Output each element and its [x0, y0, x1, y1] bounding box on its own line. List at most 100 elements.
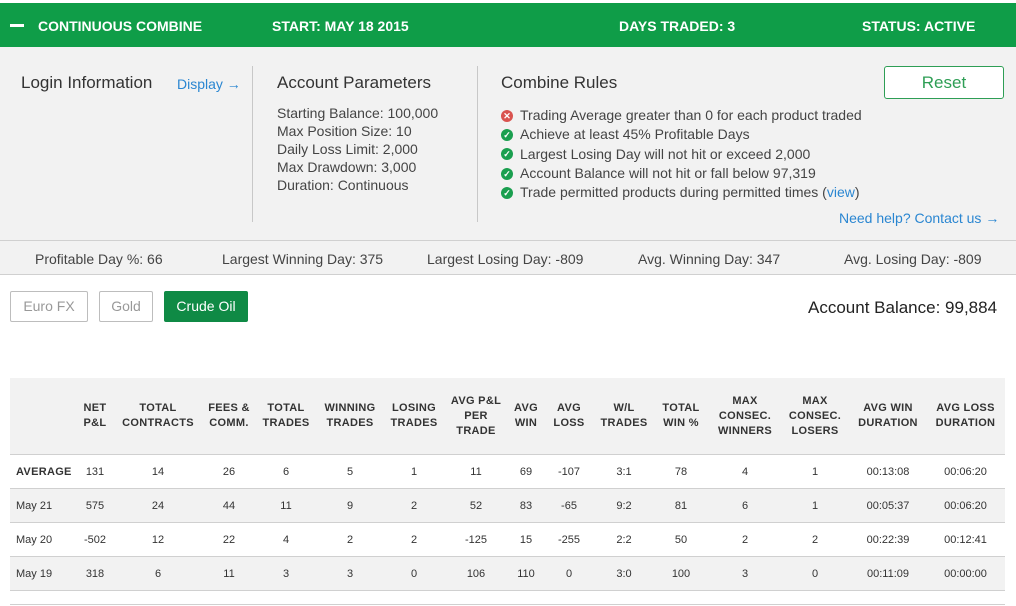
- collapse-icon[interactable]: [10, 24, 24, 27]
- stat-largest-win: Largest Winning Day: 375: [222, 251, 384, 267]
- rule-item: ✓ Account Balance will not hit or fall be…: [501, 164, 862, 183]
- table-cell: 2: [314, 522, 386, 557]
- table-cell: 1: [780, 488, 850, 523]
- table-cell: 2: [386, 522, 442, 557]
- table-cell: 11: [200, 556, 258, 591]
- param-max-position: Max Position Size: 10: [277, 123, 412, 139]
- check-circle-icon: ✓: [501, 167, 513, 180]
- product-crude-oil-button[interactable]: Crude Oil: [164, 291, 248, 322]
- column-header[interactable]: TOTAL TRADES: [258, 378, 314, 455]
- column-header[interactable]: AVG LOSS DURATION: [926, 378, 1005, 455]
- table-cell: 44: [200, 488, 258, 523]
- table-cell: 5: [314, 454, 386, 489]
- stat-avg-win: Avg. Winning Day: 347: [638, 251, 781, 267]
- x-circle-icon: ✕: [501, 109, 513, 122]
- table-cell: 4: [710, 454, 780, 489]
- column-header[interactable]: TOTAL WIN %: [652, 378, 710, 455]
- check-circle-icon: ✓: [501, 148, 513, 161]
- table-cell: 24: [116, 488, 200, 523]
- table-cell: 1: [780, 454, 850, 489]
- divider: [252, 66, 253, 222]
- table-cell: 3:1: [596, 454, 652, 489]
- column-header[interactable]: MAX CONSEC. LOSERS: [780, 378, 850, 455]
- table-cell: 00:11:09: [850, 556, 926, 591]
- divider: [10, 604, 1005, 605]
- rule-item: ✕ Trading Average greater than 0 for each…: [501, 106, 862, 125]
- table-cell: -255: [542, 522, 596, 557]
- combine-title: CONTINUOUS COMBINE: [38, 18, 203, 34]
- stats-bar: Profitable Day %: 66 Largest Winning Day…: [0, 240, 1016, 275]
- param-starting-balance: Starting Balance: 100,000: [277, 105, 439, 121]
- combine-rules-list: ✕ Trading Average greater than 0 for each…: [501, 106, 862, 202]
- login-info-title: Login Information: [21, 73, 153, 92]
- table-cell: 6: [258, 454, 314, 489]
- rule-item: ✓ Trade permitted products during permitt…: [501, 183, 862, 202]
- account-params-title: Account Parameters: [277, 73, 432, 92]
- rule-item: ✓ Achieve at least 45% Profitable Days: [501, 125, 862, 144]
- table-cell: 00:22:39: [850, 522, 926, 557]
- product-gold-button[interactable]: Gold: [99, 291, 153, 322]
- table-cell: -125: [442, 522, 510, 557]
- rule-text: Trade permitted products during permitte…: [520, 184, 827, 201]
- column-header[interactable]: AVG WIN DURATION: [850, 378, 926, 455]
- contact-us-link[interactable]: Need help? Contact us →: [839, 210, 999, 226]
- table-cell: 12: [116, 522, 200, 557]
- table-cell: -502: [74, 522, 116, 557]
- table-cell: 00:13:08: [850, 454, 926, 489]
- table-cell: 9: [314, 488, 386, 523]
- table-cell: 00:06:20: [926, 488, 1005, 523]
- column-header[interactable]: WINNING TRADES: [314, 378, 386, 455]
- row-label: May 21: [10, 488, 74, 523]
- table-cell: 2: [710, 522, 780, 557]
- rule-text: Account Balance will not hit or fall bel…: [520, 164, 816, 181]
- combine-rules-title: Combine Rules: [501, 73, 618, 92]
- table-body: AVERAGE 131 14 26 6 5 1 11 69 -107 3:1 78 4 1 00:13:08…: [10, 454, 1005, 591]
- reset-button[interactable]: Reset: [884, 66, 1004, 99]
- column-header: [10, 378, 74, 455]
- results-table: NET P&L TOTAL CONTRACTS FEES & COMM. TOT…: [10, 378, 1005, 591]
- column-header[interactable]: AVG WIN: [510, 378, 542, 455]
- column-header[interactable]: MAX CONSEC. WINNERS: [710, 378, 780, 455]
- table-cell: -65: [542, 488, 596, 523]
- table-cell: 2:2: [596, 522, 652, 557]
- stat-avg-loss: Avg. Losing Day: -809: [844, 251, 982, 267]
- column-header[interactable]: LOSING TRADES: [386, 378, 442, 455]
- rule-text: ): [854, 184, 860, 201]
- table-cell: 14: [116, 454, 200, 489]
- table-cell: 50: [652, 522, 710, 557]
- account-params-list: Starting Balance: 100,000 Max Position S…: [277, 104, 438, 194]
- table-cell: 0: [780, 556, 850, 591]
- table-cell: 6: [710, 488, 780, 523]
- column-header[interactable]: AVG LOSS: [542, 378, 596, 455]
- stat-largest-loss: Largest Losing Day: -809: [427, 251, 584, 267]
- table-cell: 0: [386, 556, 442, 591]
- table-cell: 2: [386, 488, 442, 523]
- table-cell: 110: [510, 556, 542, 591]
- start-date: START: MAY 18 2015: [272, 18, 409, 34]
- average-row: AVERAGE 131 14 26 6 5 1 11 69 -107 3:1 78 4 1 00:13:08…: [10, 454, 1005, 489]
- column-header[interactable]: NET P&L: [74, 378, 116, 455]
- view-link[interactable]: view: [827, 183, 855, 202]
- column-header[interactable]: TOTAL CONTRACTS: [116, 378, 200, 455]
- table-cell: 00:12:41: [926, 522, 1005, 557]
- table-cell: 3: [314, 556, 386, 591]
- check-circle-icon: ✓: [501, 128, 513, 141]
- table-cell: 11: [258, 488, 314, 523]
- table-row: May 21 575 24 44 11 9 2 52 83 -65 9:2 81 6 1 00:05:37 0…: [10, 488, 1005, 523]
- display-link[interactable]: Display →: [177, 76, 241, 92]
- rule-text: Trading Average greater than 0 for each …: [520, 107, 862, 123]
- table-cell: 00:00:00: [926, 556, 1005, 591]
- column-header[interactable]: FEES & COMM.: [200, 378, 258, 455]
- column-header[interactable]: AVG P&L PER TRADE: [442, 378, 510, 455]
- table-cell: -107: [542, 454, 596, 489]
- table-cell: 4: [258, 522, 314, 557]
- rule-text: Largest Losing Day will not hit or excee…: [520, 145, 811, 162]
- column-header[interactable]: W/L TRADES: [596, 378, 652, 455]
- table-cell: 22: [200, 522, 258, 557]
- rule-item: ✓ Largest Losing Day will not hit or exce…: [501, 145, 862, 164]
- product-euro-fx-button[interactable]: Euro FX: [10, 291, 88, 322]
- table-cell: 575: [74, 488, 116, 523]
- table-cell: 0: [542, 556, 596, 591]
- table-cell: 9:2: [596, 488, 652, 523]
- table-row: May 20 -502 12 22 4 2 2 -125 15 -255 2:2 50 2 2 00:22:…: [10, 522, 1005, 557]
